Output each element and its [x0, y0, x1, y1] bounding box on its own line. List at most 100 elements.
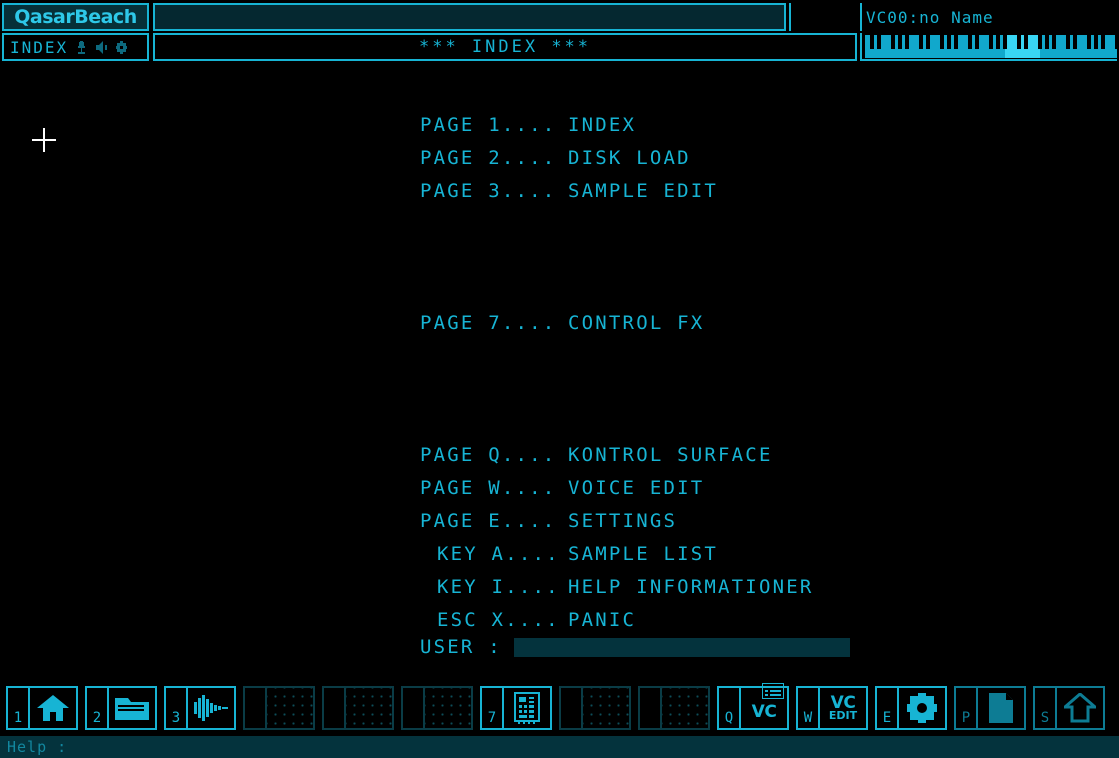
piano-black-key[interactable]: [891, 35, 895, 49]
piano-black-key[interactable]: [1087, 35, 1091, 49]
menu-spacer: [420, 273, 1020, 306]
toolbar-button-key: [638, 686, 660, 730]
empty-slot-icon: [344, 686, 394, 730]
toolbar-button-3[interactable]: 3: [164, 686, 238, 730]
toolbar-button-e[interactable]: E: [875, 686, 949, 730]
piano-black-key[interactable]: [1038, 35, 1042, 49]
piano-black-key[interactable]: [954, 35, 958, 49]
toolbar-slot-empty: [243, 686, 317, 730]
up-arrow-icon: [1055, 686, 1105, 730]
menu-spacer: [420, 405, 1020, 438]
app-logo-text: QasarBeach: [14, 5, 137, 28]
piano-black-key[interactable]: [1052, 35, 1056, 49]
menu-item[interactable]: PAGE 2.... DISK LOAD: [420, 141, 1020, 174]
piano-black-key[interactable]: [1073, 35, 1077, 49]
midi-keyboard[interactable]: [865, 35, 1119, 58]
piano-black-key[interactable]: [926, 35, 930, 49]
main-content: PAGE 1.... INDEX PAGE 2.... DISK LOAD PAGE 3…: [0, 63, 1119, 681]
piano-black-key[interactable]: [919, 35, 923, 49]
piano-black-key[interactable]: [947, 35, 951, 49]
toolbar-button-key: 2: [85, 686, 107, 730]
empty-slot-icon: [581, 686, 631, 730]
menu-item-name: KONTROL SURFACE: [568, 443, 773, 466]
piano-black-key[interactable]: [975, 35, 979, 49]
toolbar-button-key: [559, 686, 581, 730]
toolbar-slot-empty: [322, 686, 396, 730]
menu-item-name: INDEX: [568, 113, 637, 136]
menu-item[interactable]: KEY A.... SAMPLE LIST: [420, 537, 1020, 570]
toolbar-button-key: [322, 686, 344, 730]
current-page-tag: INDEX: [2, 33, 149, 61]
piano-black-key[interactable]: [877, 35, 881, 49]
voice-slot-display[interactable]: VC00:no Name: [860, 3, 1117, 31]
status-help-bar: Help :: [0, 736, 1119, 758]
menu-item[interactable]: PAGE 1.... INDEX: [420, 108, 1020, 141]
menu-item[interactable]: PAGE Q.... KONTROL SURFACE: [420, 438, 1020, 471]
user-input[interactable]: [513, 637, 850, 657]
toolbar-button-key: 1: [6, 686, 28, 730]
menu-spacer: [420, 240, 1020, 273]
midi-keyboard-panel[interactable]: [860, 33, 1119, 61]
user-field-row: USER :: [420, 636, 850, 658]
voice-slot-label: VC00:no Name: [866, 7, 994, 27]
piano-black-key[interactable]: [996, 35, 1000, 49]
menu-item[interactable]: PAGE 3.... SAMPLE EDIT: [420, 174, 1020, 207]
piano-black-key[interactable]: [1115, 35, 1119, 49]
piano-black-key[interactable]: [968, 35, 972, 49]
page-title-bar: *** INDEX ***: [153, 33, 857, 61]
menu-item-name: SETTINGS: [568, 509, 678, 532]
home-icon: [28, 686, 78, 730]
toolbar-button-s[interactable]: S: [1033, 686, 1107, 730]
piano-black-key[interactable]: [1066, 35, 1070, 49]
toolbar-slot-empty: [401, 686, 475, 730]
toolbar-button-q[interactable]: Q VC: [717, 682, 791, 730]
folder-icon: [107, 686, 157, 730]
toolbar-button-subtext: EDIT: [828, 708, 858, 722]
piano-black-key[interactable]: [898, 35, 902, 49]
top-header: QasarBeach VC00:no Name INDEX *** INDEX …: [0, 0, 1119, 63]
menu-item-name: SAMPLE LIST: [568, 542, 719, 565]
empty-slot-icon: [660, 686, 710, 730]
menu-item-key: KEY I....: [437, 575, 560, 598]
toolbar-button-key: Q: [717, 686, 739, 730]
menu-item-key: KEY A....: [437, 542, 560, 565]
menu-item-name: SAMPLE EDIT: [568, 179, 719, 202]
piano-black-key[interactable]: [905, 35, 909, 49]
toolbar-button-7[interactable]: 7: [480, 686, 554, 730]
speaker-icon[interactable]: [95, 40, 108, 55]
toolbar-button-key: W: [796, 686, 818, 730]
piano-black-key[interactable]: [940, 35, 944, 49]
menu-item[interactable]: KEY I.... HELP INFORMATIONER: [420, 570, 1020, 603]
vc-list-icon: VC: [739, 682, 789, 730]
toolbar-button-w[interactable]: W VC EDIT: [796, 686, 870, 730]
toolbar-button-1[interactable]: 1: [6, 686, 80, 730]
menu-item-name: PANIC: [568, 608, 637, 631]
microphone-icon[interactable]: [75, 40, 88, 55]
piano-black-key[interactable]: [870, 35, 874, 49]
header-spacer-panel: [789, 3, 856, 31]
vc-edit-icon: VC EDIT: [818, 686, 868, 730]
header-name-field[interactable]: [153, 3, 786, 31]
toolbar-button-p[interactable]: P: [954, 686, 1028, 730]
header-row-primary: QasarBeach VC00:no Name: [0, 3, 1119, 31]
piano-black-key[interactable]: [989, 35, 993, 49]
menu-item[interactable]: PAGE E.... SETTINGS: [420, 504, 1020, 537]
menu-spacer: [420, 207, 1020, 240]
piano-black-key[interactable]: [1003, 35, 1007, 49]
empty-slot-icon: [265, 686, 315, 730]
toolbar-button-2[interactable]: 2: [85, 686, 159, 730]
toolbar-button-key: 3: [164, 686, 186, 730]
page-title: *** INDEX ***: [418, 37, 592, 57]
piano-black-key[interactable]: [1045, 35, 1049, 49]
piano-black-key[interactable]: [1017, 35, 1021, 49]
menu-spacer: [420, 339, 1020, 372]
piano-black-key[interactable]: [1094, 35, 1098, 49]
menu-item[interactable]: PAGE 7.... CONTROL FX: [420, 306, 1020, 339]
toolbar-slot-empty: [638, 686, 712, 730]
menu-item[interactable]: ESC X.... PANIC: [420, 603, 1020, 636]
piano-black-key[interactable]: [1101, 35, 1105, 49]
menu-item[interactable]: PAGE W.... VOICE EDIT: [420, 471, 1020, 504]
toolbar-button-key: E: [875, 686, 897, 730]
gear-icon[interactable]: [115, 40, 128, 55]
piano-black-key[interactable]: [1024, 35, 1028, 49]
